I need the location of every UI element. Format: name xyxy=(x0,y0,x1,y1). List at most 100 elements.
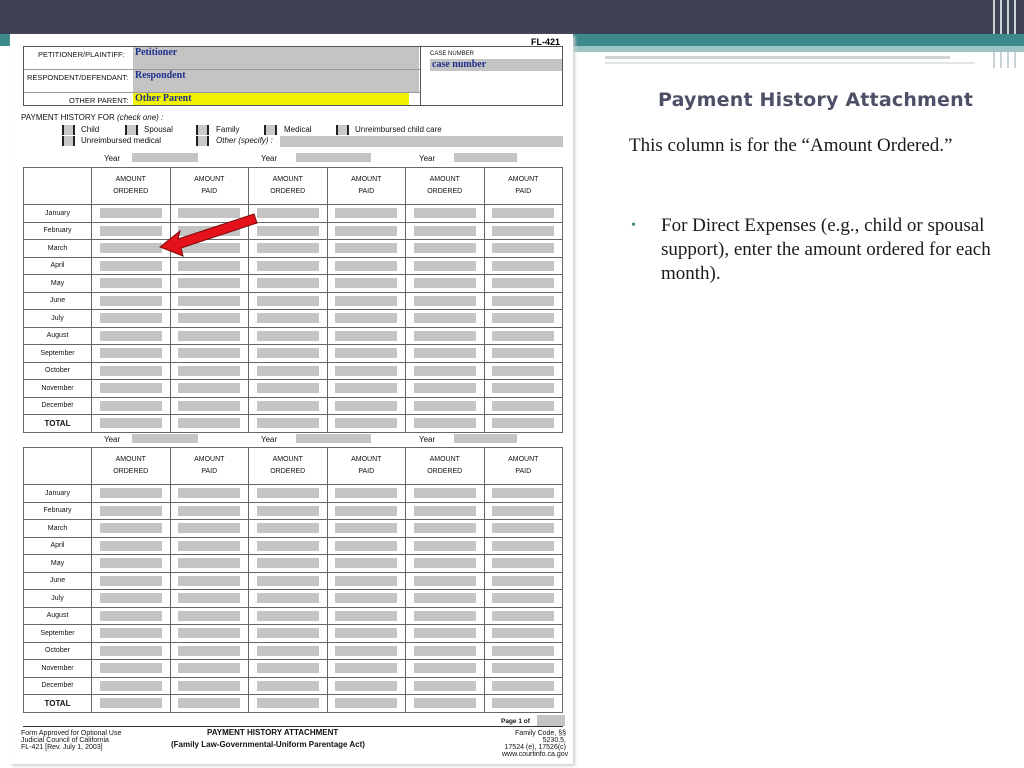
amount-field[interactable] xyxy=(492,208,555,219)
amount-field[interactable] xyxy=(413,558,476,569)
amount-field[interactable] xyxy=(178,558,241,569)
amount-field[interactable] xyxy=(335,383,398,394)
amount-field[interactable] xyxy=(492,610,555,621)
petitioner-field[interactable]: Petitioner xyxy=(133,47,419,69)
amount-field[interactable] xyxy=(413,610,476,621)
amount-field[interactable] xyxy=(335,278,398,289)
amount-field[interactable] xyxy=(335,558,398,569)
checkbox-unreimbursed-medical[interactable] xyxy=(62,136,75,146)
total-field[interactable] xyxy=(178,418,241,429)
year-field[interactable] xyxy=(132,434,198,443)
amount-field[interactable] xyxy=(492,663,555,674)
amount-field[interactable] xyxy=(492,593,555,604)
amount-field[interactable] xyxy=(178,610,241,621)
amount-field[interactable] xyxy=(99,260,162,271)
amount-field[interactable] xyxy=(256,593,319,604)
amount-field[interactable] xyxy=(413,628,476,639)
amount-field[interactable] xyxy=(335,208,398,219)
amount-field[interactable] xyxy=(178,278,241,289)
amount-field[interactable] xyxy=(178,645,241,656)
amount-field[interactable] xyxy=(335,523,398,534)
amount-field[interactable] xyxy=(492,400,555,411)
amount-field[interactable] xyxy=(178,313,241,324)
amount-field[interactable] xyxy=(178,680,241,691)
checkbox-family[interactable] xyxy=(196,125,209,135)
amount-field[interactable] xyxy=(335,488,398,499)
amount-field[interactable] xyxy=(99,400,162,411)
checkbox-child[interactable] xyxy=(62,125,75,135)
total-field[interactable] xyxy=(99,698,162,709)
amount-field[interactable] xyxy=(335,540,398,551)
total-field[interactable] xyxy=(335,698,398,709)
amount-field[interactable] xyxy=(99,365,162,376)
amount-field[interactable] xyxy=(413,278,476,289)
amount-field[interactable] xyxy=(178,523,241,534)
amount-field[interactable] xyxy=(335,295,398,306)
amount-field[interactable] xyxy=(335,505,398,516)
amount-field[interactable] xyxy=(256,628,319,639)
amount-field[interactable] xyxy=(99,330,162,341)
amount-field[interactable] xyxy=(178,663,241,674)
amount-field[interactable] xyxy=(492,575,555,586)
amount-field[interactable] xyxy=(99,313,162,324)
amount-field[interactable] xyxy=(99,348,162,359)
amount-field[interactable] xyxy=(413,400,476,411)
amount-field[interactable] xyxy=(335,260,398,271)
amount-field[interactable] xyxy=(256,663,319,674)
amount-field[interactable] xyxy=(335,330,398,341)
amount-field[interactable] xyxy=(492,540,555,551)
amount-field[interactable] xyxy=(99,225,162,236)
amount-field[interactable] xyxy=(256,208,319,219)
amount-field[interactable] xyxy=(413,330,476,341)
amount-field[interactable] xyxy=(256,505,319,516)
amount-field[interactable] xyxy=(413,523,476,534)
total-field[interactable] xyxy=(492,698,555,709)
amount-field[interactable] xyxy=(99,523,162,534)
amount-field[interactable] xyxy=(413,348,476,359)
other-parent-field[interactable]: Other Parent xyxy=(133,93,409,105)
amount-field[interactable] xyxy=(256,540,319,551)
amount-field[interactable] xyxy=(256,523,319,534)
amount-field[interactable] xyxy=(99,208,162,219)
amount-field[interactable] xyxy=(256,348,319,359)
amount-field[interactable] xyxy=(492,225,555,236)
amount-field[interactable] xyxy=(256,243,319,254)
amount-field[interactable] xyxy=(492,558,555,569)
amount-field[interactable] xyxy=(413,295,476,306)
amount-field[interactable] xyxy=(492,348,555,359)
amount-field[interactable] xyxy=(413,313,476,324)
amount-field[interactable] xyxy=(413,365,476,376)
amount-field[interactable] xyxy=(492,365,555,376)
other-specify-field[interactable] xyxy=(280,136,563,147)
amount-field[interactable] xyxy=(178,505,241,516)
amount-field[interactable] xyxy=(178,400,241,411)
amount-field[interactable] xyxy=(178,488,241,499)
year-field[interactable] xyxy=(454,153,517,162)
amount-field[interactable] xyxy=(492,313,555,324)
amount-field[interactable] xyxy=(256,645,319,656)
amount-field[interactable] xyxy=(413,680,476,691)
amount-field[interactable] xyxy=(413,243,476,254)
amount-field[interactable] xyxy=(99,575,162,586)
amount-field[interactable] xyxy=(492,383,555,394)
respondent-field[interactable]: Respondent xyxy=(133,70,419,92)
checkbox-spousal[interactable] xyxy=(125,125,138,135)
amount-field[interactable] xyxy=(256,365,319,376)
amount-field[interactable] xyxy=(99,645,162,656)
amount-field[interactable] xyxy=(99,505,162,516)
amount-field[interactable] xyxy=(492,488,555,499)
amount-field[interactable] xyxy=(335,400,398,411)
total-field[interactable] xyxy=(256,418,319,429)
amount-field[interactable] xyxy=(413,505,476,516)
amount-field[interactable] xyxy=(99,540,162,551)
total-field[interactable] xyxy=(256,698,319,709)
amount-field[interactable] xyxy=(256,680,319,691)
amount-field[interactable] xyxy=(492,645,555,656)
amount-field[interactable] xyxy=(335,365,398,376)
amount-field[interactable] xyxy=(335,645,398,656)
amount-field[interactable] xyxy=(335,593,398,604)
year-field[interactable] xyxy=(296,434,371,443)
amount-field[interactable] xyxy=(178,540,241,551)
amount-field[interactable] xyxy=(99,295,162,306)
amount-field[interactable] xyxy=(492,243,555,254)
